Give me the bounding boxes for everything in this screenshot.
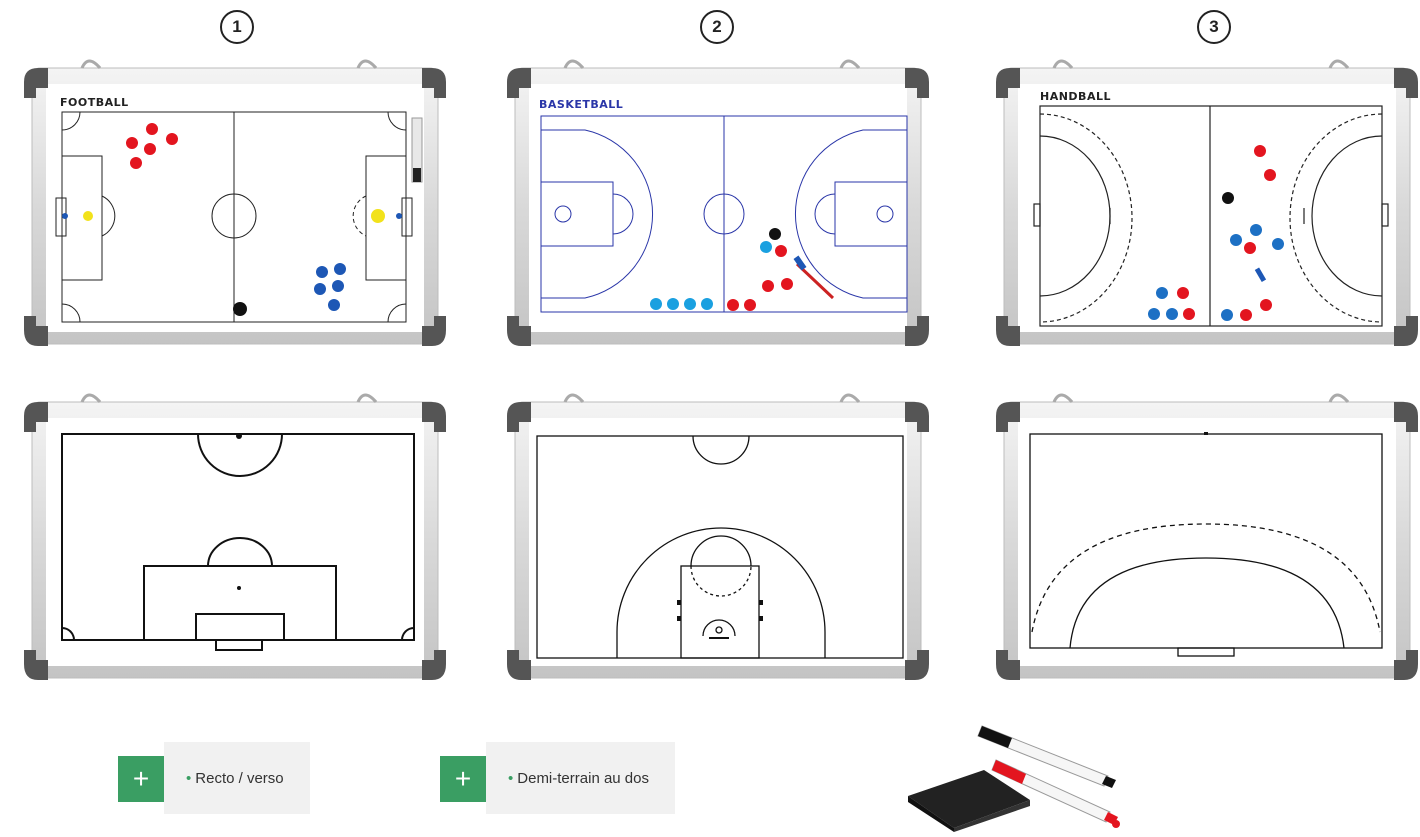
feature-demi-terrain: + • Demi-terrain au dos	[440, 742, 675, 814]
step-number-2: 2	[700, 10, 734, 44]
bullet-icon: •	[186, 769, 192, 787]
feature-recto-verso: + • Recto / verso	[118, 742, 310, 814]
football-label: FOOTBALL	[60, 96, 129, 109]
basketball-label: BASKETBALL	[539, 98, 624, 111]
feature-demi-terrain-label: Demi-terrain au dos	[517, 769, 649, 787]
step-number-3: 3	[1197, 10, 1231, 44]
bullet-icon: •	[508, 769, 514, 787]
plus-icon: +	[440, 756, 486, 802]
feature-recto-verso-label: Recto / verso	[195, 769, 284, 787]
handball-label: HANDBALL	[1040, 90, 1111, 103]
feature-demi-terrain-box: • Demi-terrain au dos	[486, 742, 675, 814]
markers-and-eraser-image	[880, 714, 1160, 832]
feature-recto-verso-box: • Recto / verso	[164, 742, 310, 814]
handball-half-board	[994, 392, 1420, 682]
black-marker-icon	[977, 725, 1116, 788]
football-board: FOOTBALL	[22, 58, 448, 348]
football-half-board	[22, 392, 448, 682]
plus-icon: +	[118, 756, 164, 802]
basketball-half-board	[505, 392, 931, 682]
handball-board: HANDBALL	[994, 58, 1420, 348]
step-number-1: 1	[220, 10, 254, 44]
basketball-board: BASKETBALL	[505, 58, 931, 348]
